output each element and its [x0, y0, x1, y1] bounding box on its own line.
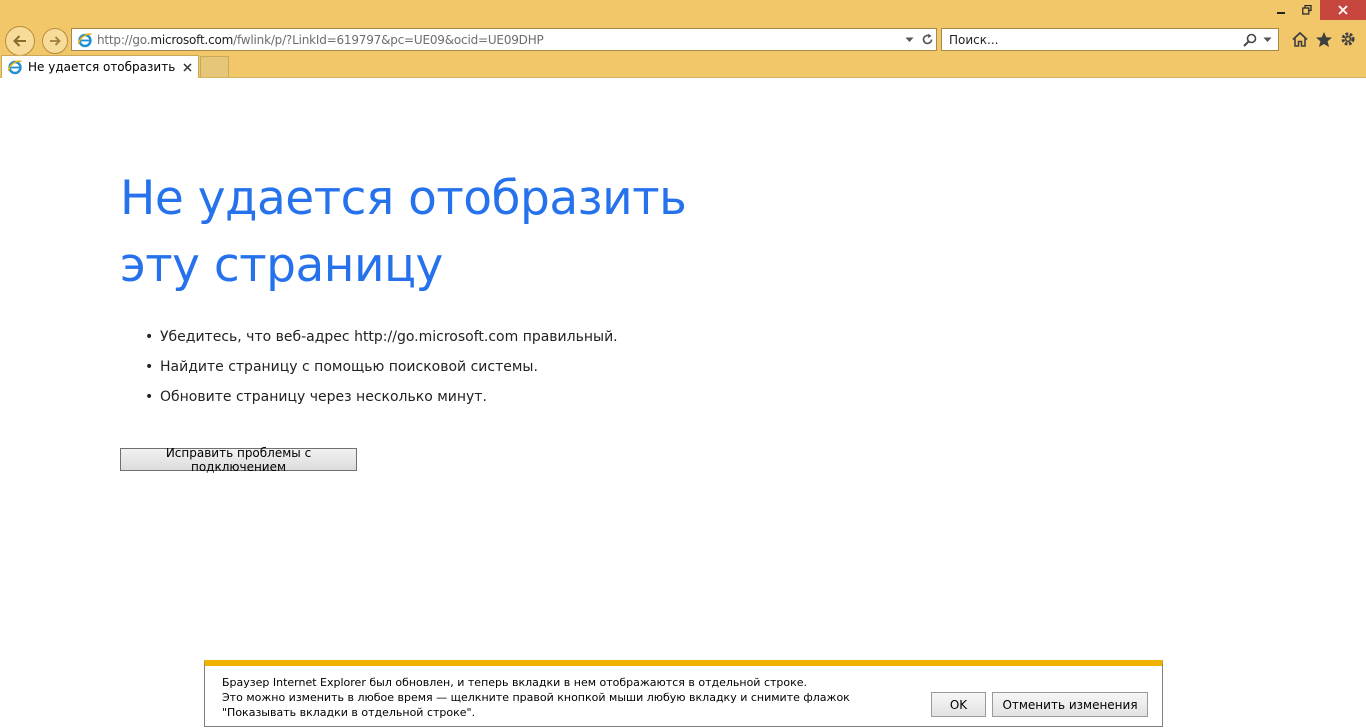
notification-line-1: Браузер Internet Explorer был обновлен, …	[222, 676, 808, 689]
undo-changes-button[interactable]: Отменить изменения	[992, 692, 1148, 717]
tab-close-button[interactable]	[179, 62, 195, 72]
close-window-button[interactable]	[1320, 0, 1366, 20]
forward-button[interactable]	[42, 28, 68, 54]
url-suffix: /fwlink/p/?LinkId=619797&pc=UE09&ocid=UE…	[233, 32, 544, 47]
back-button[interactable]	[5, 26, 35, 56]
suggestion-text: Обновите страницу через несколько минут.	[160, 389, 487, 405]
minimize-icon	[1277, 12, 1285, 14]
ok-button[interactable]: OK	[931, 692, 986, 717]
settings-gear-icon	[1341, 32, 1355, 46]
suggestion-text: Найдите страницу с помощью поисковой сис…	[160, 359, 538, 375]
refresh-button[interactable]	[918, 29, 936, 50]
minimize-button[interactable]	[1268, 0, 1294, 20]
close-icon	[182, 62, 192, 72]
page-title: Не удается отобразить эту страницу	[120, 171, 687, 293]
tab-active[interactable]: Не удается отобразить эту...	[1, 55, 199, 78]
address-dropdown-button[interactable]	[900, 29, 918, 50]
ie-logo-icon	[77, 32, 92, 47]
new-tab-button[interactable]	[200, 56, 229, 77]
dropdown-arrow-icon	[905, 37, 913, 42]
notification-message: Браузер Internet Explorer был обновлен, …	[222, 675, 922, 720]
restore-icon	[1302, 5, 1312, 15]
forward-arrow-icon	[50, 36, 61, 46]
restore-button[interactable]	[1294, 0, 1320, 20]
close-icon	[1338, 5, 1348, 15]
notification-bar: Браузер Internet Explorer был обновлен, …	[204, 660, 1163, 727]
page-content: Не удается отобразить эту страницу • Убед…	[0, 78, 1366, 728]
magnifier-icon[interactable]	[1243, 33, 1257, 47]
ie-logo-icon	[7, 60, 22, 75]
url-host: microsoft.com	[150, 32, 234, 47]
refresh-icon	[922, 33, 932, 45]
address-url[interactable]: http://go.microsoft.com/fwlink/p/?LinkId…	[97, 33, 544, 47]
settings-button[interactable]	[1338, 29, 1358, 49]
command-icons	[1290, 29, 1358, 49]
home-button[interactable]	[1290, 29, 1310, 49]
search-box[interactable]: Поиск...	[941, 28, 1279, 51]
suggestion-text: Убедитесь, что веб-адрес http://go.micro…	[160, 329, 618, 345]
notification-line-2: Это можно изменить в любое время — щелкн…	[222, 691, 850, 719]
favorites-button[interactable]	[1314, 29, 1334, 49]
list-item: • Обновите страницу через несколько минут…	[145, 387, 618, 417]
window-controls	[1268, 0, 1366, 20]
address-bar[interactable]: http://go.microsoft.com/fwlink/p/?LinkId…	[71, 28, 937, 51]
suggestion-list: • Убедитесь, что веб-адрес http://go.micr…	[145, 327, 618, 417]
home-icon	[1292, 31, 1308, 47]
list-item: • Найдите страницу с помощью поисковой си…	[145, 357, 618, 387]
tab-row: Не удается отобразить эту...	[0, 55, 1366, 78]
favorites-star-icon	[1316, 31, 1332, 47]
back-arrow-icon	[13, 35, 26, 47]
dropdown-arrow-icon[interactable]	[1263, 37, 1272, 43]
list-item: • Убедитесь, что веб-адрес http://go.micr…	[145, 327, 618, 357]
browser-chrome: http://go.microsoft.com/fwlink/p/?LinkId…	[0, 0, 1366, 78]
url-prefix: http://go.	[97, 32, 151, 47]
search-input[interactable]: Поиск...	[949, 33, 998, 47]
fix-connection-button[interactable]: Исправить проблемы с подключением	[120, 446, 357, 474]
tab-title: Не удается отобразить эту...	[28, 60, 179, 74]
